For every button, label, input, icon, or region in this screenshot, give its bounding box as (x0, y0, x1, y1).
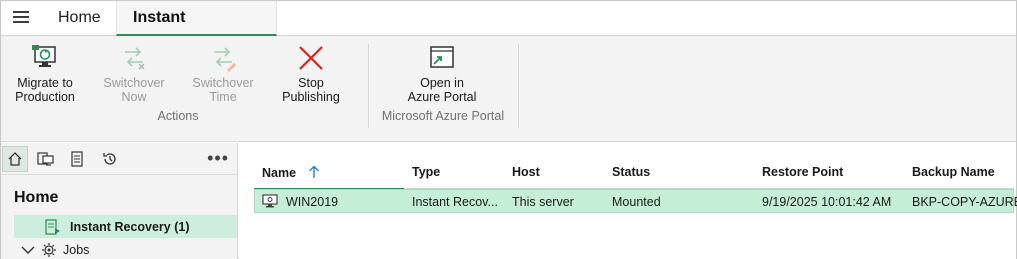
column-header-name[interactable]: Name (262, 165, 320, 180)
migrate-label-1: Migrate to (17, 76, 73, 90)
navigation-title: Home (14, 189, 59, 206)
cell-name: WIN2019 (286, 195, 339, 209)
instant-recovery-icon (45, 218, 60, 235)
cell-status: Mounted (612, 195, 661, 209)
navigation-pane: ••• Home Instant Recovery (1) Jobs (1, 143, 238, 259)
column-header-name-label: Name (262, 166, 297, 180)
column-header-restore-point[interactable]: Restore Point (762, 165, 843, 179)
more-options-icon[interactable]: ••• (207, 148, 229, 169)
menu-icon[interactable] (13, 11, 29, 25)
switchover-now-icon (125, 47, 145, 70)
switchover-time-icon (214, 47, 236, 72)
migrate-icon (32, 45, 56, 67)
azure-group-label: Microsoft Azure Portal (381, 109, 505, 123)
ribbon-separator (368, 44, 369, 128)
grid-header: Name Type Host Status Restore Point Back… (254, 158, 1014, 190)
history-icon (103, 153, 116, 165)
nav-item-instant-recovery[interactable]: Instant Recovery (1) (14, 215, 237, 238)
stop-publishing-label-1: Stop (298, 76, 324, 90)
chevron-down-icon[interactable] (21, 245, 35, 255)
vm-icon (262, 194, 278, 208)
column-header-host[interactable]: Host (512, 165, 540, 179)
actions-group-label: Actions (157, 109, 199, 123)
switchover-time-label-2: Time (209, 90, 237, 104)
switchover-time-label-1: Switchover (192, 76, 254, 90)
cell-restore-point: 9/19/2025 10:01:42 AM (762, 195, 892, 209)
switchover-now-label-1: Switchover (103, 76, 165, 90)
table-row[interactable]: WIN2019 Instant Recov... This server Mou… (254, 189, 1017, 213)
sort-ascending-icon[interactable] (308, 165, 320, 179)
stop-publishing-button[interactable]: Stop Publishing (267, 44, 355, 104)
open-in-azure-portal-button[interactable]: Open in Azure Portal (398, 44, 486, 104)
switchover-time-button[interactable]: Switchover Time (179, 44, 267, 104)
home-view-button[interactable] (2, 146, 28, 172)
cell-backup-name: BKP-COPY-AZURE (912, 195, 1017, 209)
stop-publishing-label-2: Publishing (282, 90, 340, 104)
switchover-now-label-2: Now (121, 90, 147, 104)
migrate-to-production-button[interactable]: Migrate to Production (1, 44, 89, 104)
app-window: Home Instant Recovery Migrate to Product… (0, 0, 1017, 259)
backups-icon (71, 151, 83, 167)
tab-home[interactable]: Home (42, 1, 117, 36)
stop-icon (299, 46, 323, 70)
history-view-button[interactable] (97, 146, 123, 172)
cell-type: Instant Recov... (412, 195, 497, 209)
open-azure-label-2: Azure Portal (407, 90, 477, 104)
tab-instant-recovery[interactable]: Instant Recovery (116, 1, 277, 60)
jobs-icon (42, 243, 56, 257)
column-header-backup-name[interactable]: Backup Name (912, 165, 995, 179)
nav-item-instant-recovery-label: Instant Recovery (1) (70, 219, 190, 234)
backups-view-button[interactable] (64, 146, 90, 172)
open-azure-label-1: Open in (420, 76, 464, 90)
azure-portal-icon (430, 46, 454, 68)
column-header-type[interactable]: Type (412, 165, 440, 179)
tab-bar: Home Instant Recovery (1, 1, 1016, 60)
migrate-label-2: Production (15, 90, 75, 104)
home-icon (8, 152, 22, 166)
navigation-toolbar: ••• (1, 143, 237, 175)
nav-item-jobs-label: Jobs (63, 243, 90, 257)
sessions-grid: Name Type Host Status Restore Point Back… (239, 143, 1017, 259)
inventory-icon (37, 152, 54, 166)
inventory-view-button[interactable] (33, 146, 59, 172)
column-header-status[interactable]: Status (612, 165, 650, 179)
switchover-now-button[interactable]: Switchover Now (90, 44, 178, 104)
cell-host: This server (512, 195, 574, 209)
ribbon-separator (518, 44, 519, 128)
nav-item-jobs[interactable]: Jobs (21, 241, 89, 259)
ribbon: Migrate to Production Switchover Now Swi… (1, 36, 1016, 142)
